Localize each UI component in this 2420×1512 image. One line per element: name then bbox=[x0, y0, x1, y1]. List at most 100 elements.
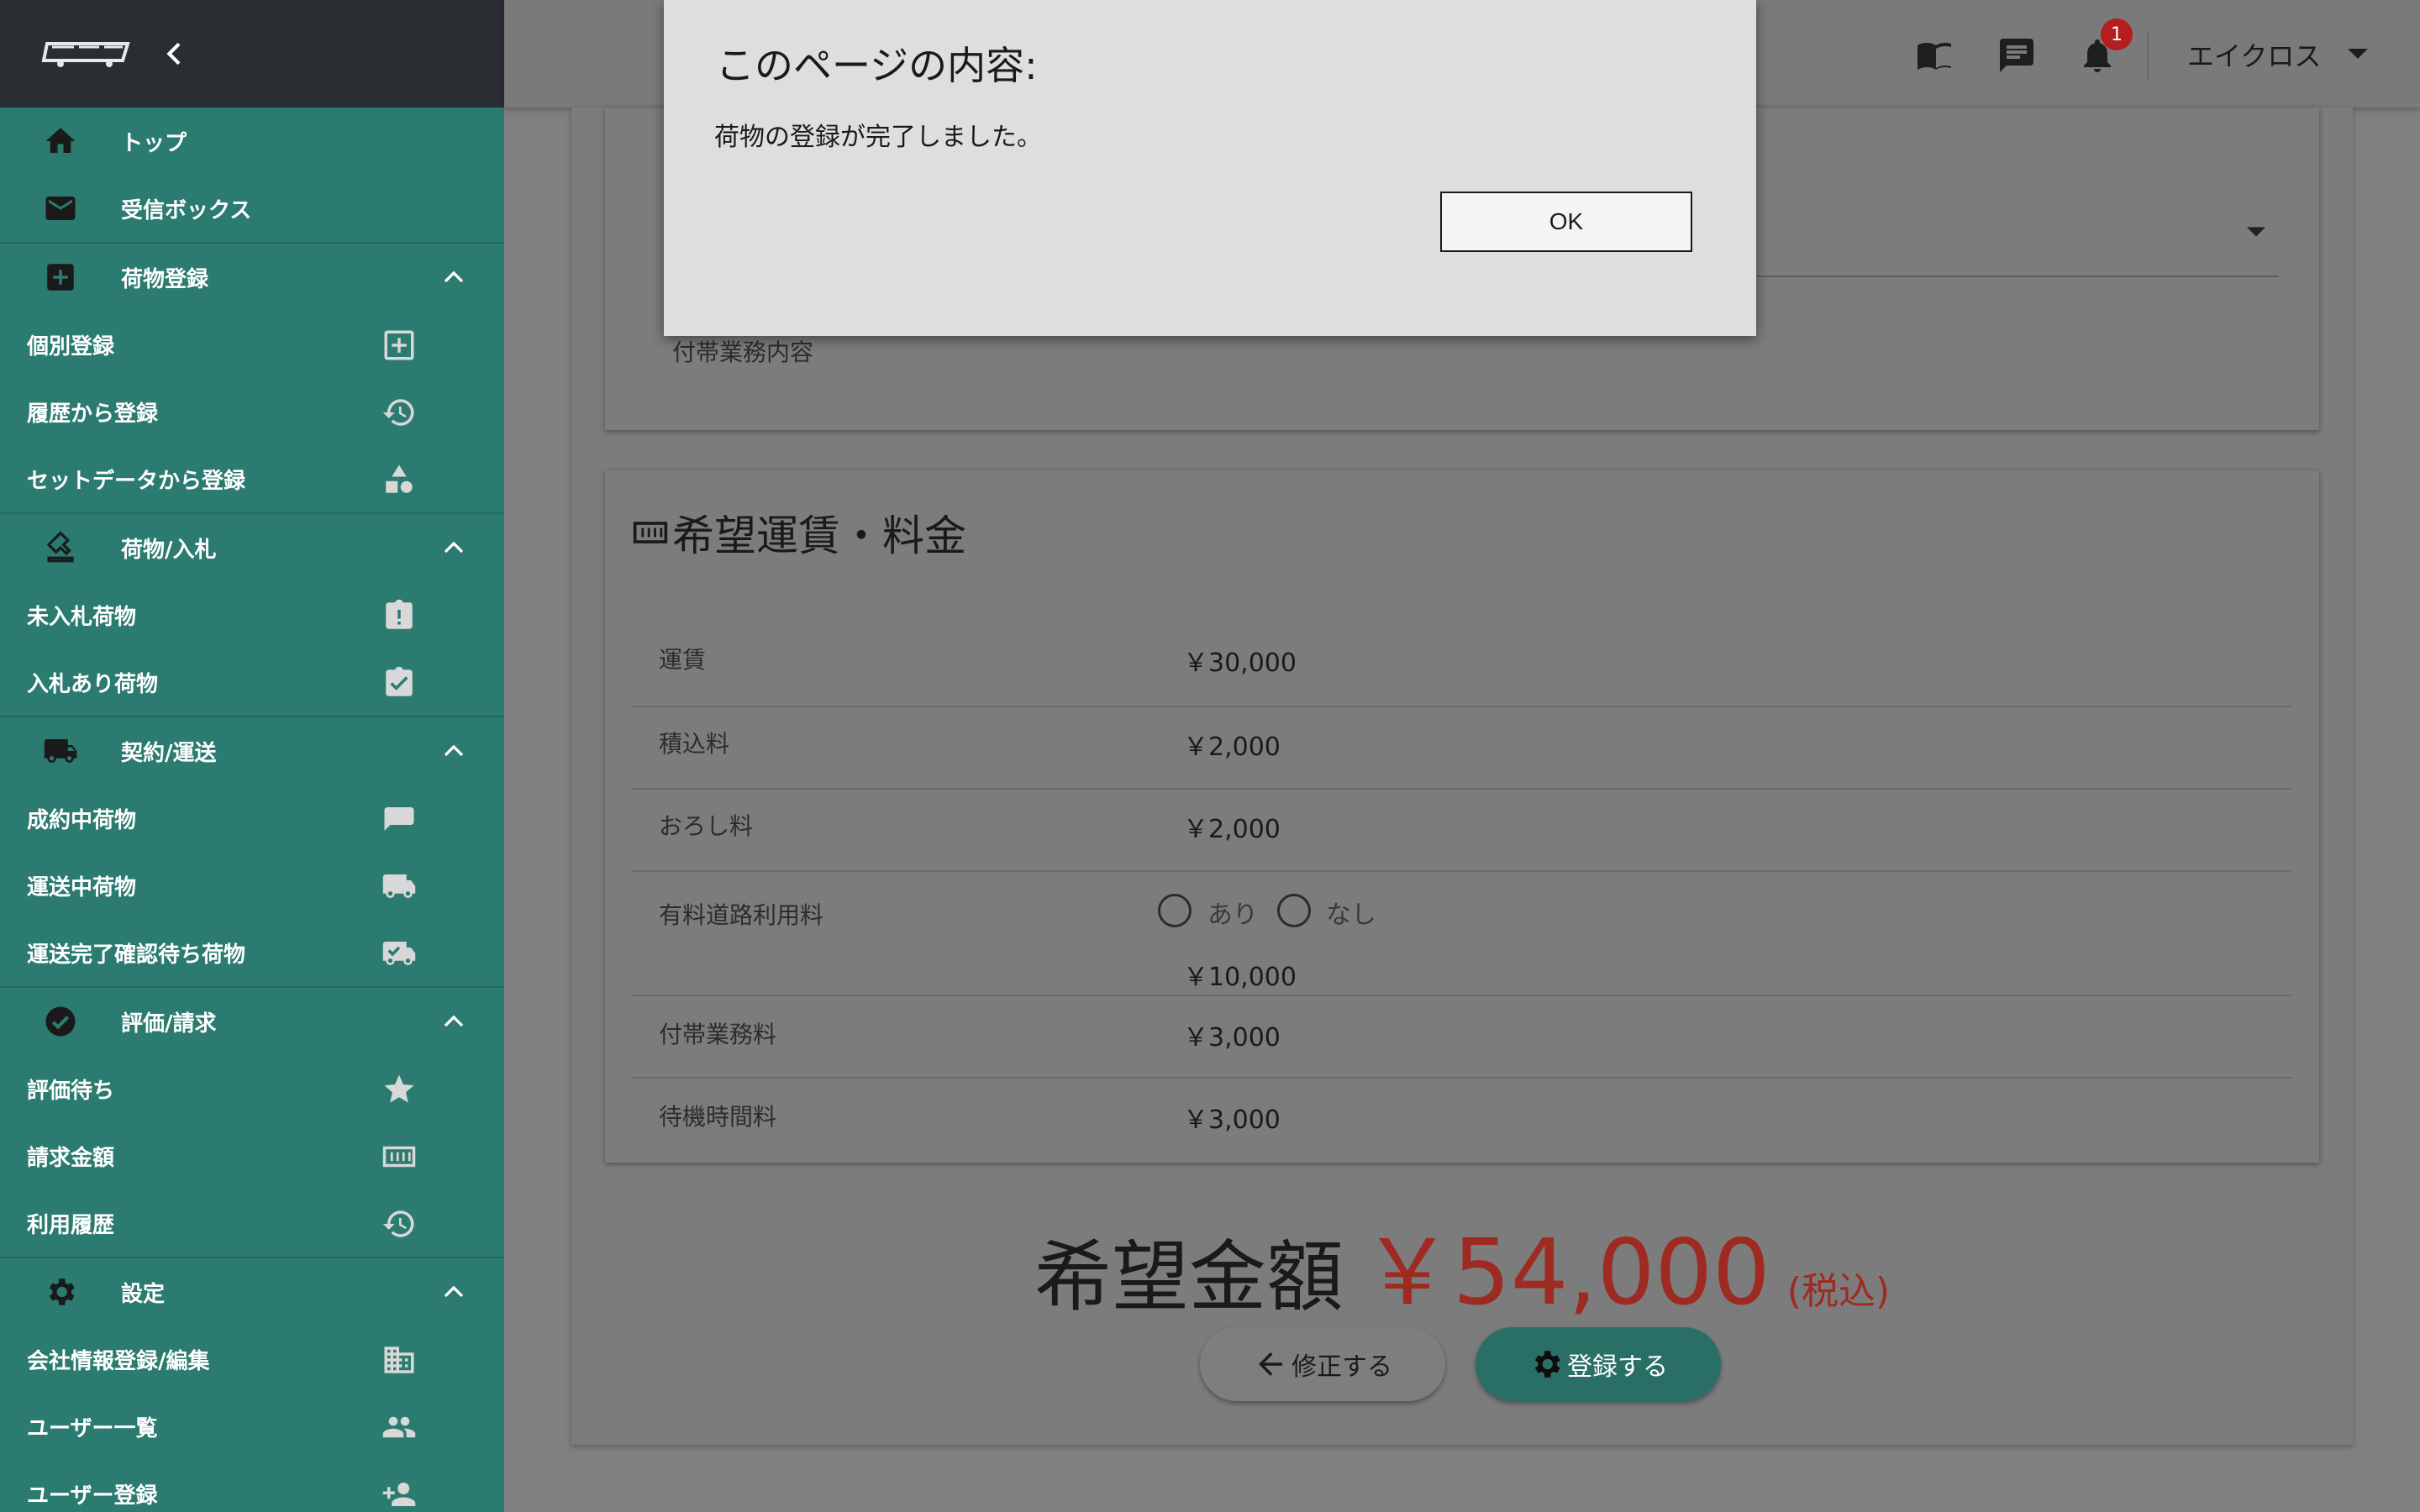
sidebar-item-cargo-bid[interactable]: 荷物/入札 bbox=[0, 514, 504, 581]
sidebar-item-bid-cargo[interactable]: 入札あり荷物 bbox=[0, 648, 504, 716]
sidebar-item-label: 受信ボックス bbox=[121, 197, 252, 223]
fee-title: 希望運賃・料金 bbox=[632, 502, 966, 563]
sidebar-item-inbox[interactable]: 受信ボックス bbox=[0, 175, 504, 242]
sidebar-item-user-list[interactable]: ユーザー一覧 bbox=[0, 1393, 504, 1460]
sidebar-header bbox=[0, 0, 504, 108]
sidebar-item-contract-transport[interactable]: 契約/運送 bbox=[0, 717, 504, 785]
clipboard-alert-icon bbox=[386, 599, 413, 629]
fee-row-freight: 運賃 ￥30,000 bbox=[632, 625, 2292, 707]
tax-included-label: (税込) bbox=[1786, 1270, 1891, 1313]
sidebar-item-label: 会社情報登録/編集 bbox=[27, 1348, 210, 1374]
star-icon bbox=[384, 1074, 414, 1103]
fee-value: ￥30,000 bbox=[1183, 648, 1297, 678]
futai-label: 付帯業務内容 bbox=[672, 339, 814, 366]
book-icon[interactable] bbox=[1916, 35, 1956, 76]
total-amount: 希望金額 ￥54,000 (税込) bbox=[571, 1200, 2353, 1331]
fee-label: おろし料 bbox=[659, 812, 754, 840]
check-circle-icon bbox=[45, 1006, 76, 1037]
fee-row-ancillary: 付帯業務料 ￥3,000 bbox=[632, 996, 2292, 1079]
fee-card: 希望運賃・料金 運賃 ￥30,000 積込料 ￥2,000 おろし料 ￥2,00… bbox=[605, 470, 2319, 1163]
user-menu[interactable]: エイクロス bbox=[2187, 35, 2321, 74]
sidebar-item-user-register[interactable]: ユーザー登録 bbox=[0, 1460, 504, 1512]
fee-label: 付帯業務料 bbox=[659, 1021, 777, 1048]
caret-down-icon[interactable] bbox=[2346, 45, 2370, 62]
history-icon bbox=[382, 399, 414, 426]
fee-value: ￥3,000 bbox=[1183, 1023, 1281, 1053]
radio-toll-no[interactable] bbox=[1277, 894, 1311, 927]
total-label: 希望金額 bbox=[1034, 1232, 1344, 1322]
chat-icon bbox=[384, 807, 414, 831]
chevron-up-icon[interactable] bbox=[437, 734, 471, 768]
sidebar-item-history-register[interactable]: 履歴から登録 bbox=[0, 378, 504, 445]
fee-title-text: 希望運賃・料金 bbox=[672, 512, 966, 560]
sidebar-item-label: ユーザー一覧 bbox=[27, 1415, 158, 1441]
dialog-message: 荷物の登録が完了しました。 bbox=[714, 123, 1042, 152]
sidebar-item-in-transit-cargo[interactable]: 運送中荷物 bbox=[0, 852, 504, 919]
stamp-icon bbox=[46, 531, 74, 563]
truck-fast-icon bbox=[382, 874, 416, 898]
fee-label: 待機時間料 bbox=[659, 1103, 777, 1131]
fee-label: 運賃 bbox=[659, 646, 707, 674]
radio-label: なし bbox=[1326, 900, 1376, 930]
chevron-up-icon[interactable] bbox=[437, 531, 471, 564]
sidebar: トップ 受信ボックス 荷物登録 個別登録 履歴から登録 セットデータから登録 荷… bbox=[0, 0, 504, 1512]
shapes-icon bbox=[386, 465, 413, 493]
sidebar-item-label: 成約中荷物 bbox=[27, 807, 137, 833]
caret-down-icon[interactable] bbox=[2245, 225, 2267, 239]
logo-icon bbox=[41, 42, 130, 67]
chevron-up-icon[interactable] bbox=[437, 1005, 471, 1038]
history-icon bbox=[382, 1210, 414, 1237]
sidebar-item-label: 評価/請求 bbox=[121, 1011, 217, 1037]
message-icon[interactable] bbox=[1996, 35, 2037, 76]
header-divider bbox=[2147, 32, 2149, 81]
sidebar-item-contracted-cargo[interactable]: 成約中荷物 bbox=[0, 785, 504, 852]
chevron-left-icon[interactable] bbox=[158, 37, 192, 71]
chevron-up-icon[interactable] bbox=[437, 260, 471, 294]
sidebar-item-label: 利用履歴 bbox=[27, 1212, 115, 1238]
sidebar-item-label: ユーザー登録 bbox=[27, 1483, 158, 1509]
sidebar-item-label: 運送中荷物 bbox=[27, 874, 137, 900]
sidebar-item-top[interactable]: トップ bbox=[0, 108, 504, 175]
sidebar-item-label: 設定 bbox=[121, 1281, 166, 1307]
person-add-icon bbox=[382, 1483, 416, 1506]
fee-value: ￥2,000 bbox=[1183, 815, 1281, 844]
people-icon bbox=[382, 1416, 416, 1438]
edit-button[interactable]: 修正する bbox=[1200, 1327, 1445, 1401]
home-icon bbox=[45, 128, 76, 153]
radio-toll-yes[interactable] bbox=[1158, 894, 1192, 927]
register-button-label: 登録する bbox=[1567, 1352, 1668, 1382]
sidebar-item-label: 荷物登録 bbox=[121, 266, 209, 292]
building-icon bbox=[384, 1347, 414, 1373]
sidebar-item-awaiting-confirmation-cargo[interactable]: 運送完了確認待ち荷物 bbox=[0, 919, 504, 986]
sidebar-item-awaiting-evaluation[interactable]: 評価待ち bbox=[0, 1055, 504, 1122]
fee-row-loading: 積込料 ￥2,000 bbox=[632, 707, 2292, 790]
sidebar-item-label: 入札あり荷物 bbox=[27, 671, 159, 697]
gear-icon bbox=[49, 1278, 75, 1305]
radio-label: あり bbox=[1207, 900, 1258, 930]
sidebar-item-set-data-register[interactable]: セットデータから登録 bbox=[0, 445, 504, 512]
gear-icon bbox=[1534, 1351, 1560, 1378]
truck-icon bbox=[44, 739, 77, 763]
sidebar-item-label: トップ bbox=[121, 130, 187, 156]
sidebar-item-cargo-register[interactable]: 荷物登録 bbox=[0, 244, 504, 311]
sidebar-item-evaluation-billing[interactable]: 評価/請求 bbox=[0, 988, 504, 1055]
sidebar-item-label: セットデータから登録 bbox=[27, 468, 246, 494]
register-button[interactable]: 登録する bbox=[1476, 1327, 1721, 1401]
sidebar-item-company-info[interactable]: 会社情報登録/編集 bbox=[0, 1326, 504, 1393]
ok-button[interactable]: OK bbox=[1440, 192, 1692, 252]
sidebar-item-label: 請求金額 bbox=[27, 1145, 115, 1171]
truck-check-icon bbox=[382, 942, 416, 965]
sidebar-item-billing-amount[interactable]: 請求金額 bbox=[0, 1122, 504, 1189]
sidebar-item-label: 未入札荷物 bbox=[27, 604, 137, 630]
sidebar-item-unbid-cargo[interactable]: 未入札荷物 bbox=[0, 581, 504, 648]
fee-value: ￥2,000 bbox=[1183, 732, 1281, 762]
sidebar-item-label: 運送完了確認待ち荷物 bbox=[27, 942, 246, 968]
mail-icon bbox=[45, 197, 76, 220]
sidebar-item-usage-history[interactable]: 利用履歴 bbox=[0, 1189, 504, 1257]
fee-row-waiting-time: 待機時間料 ￥3,000 bbox=[632, 1079, 2292, 1161]
sidebar-item-individual-register[interactable]: 個別登録 bbox=[0, 311, 504, 378]
fee-value: ￥10,000 bbox=[1183, 963, 1297, 992]
chevron-up-icon[interactable] bbox=[437, 1275, 471, 1309]
add-box-icon bbox=[47, 264, 74, 291]
sidebar-item-settings[interactable]: 設定 bbox=[0, 1258, 504, 1326]
